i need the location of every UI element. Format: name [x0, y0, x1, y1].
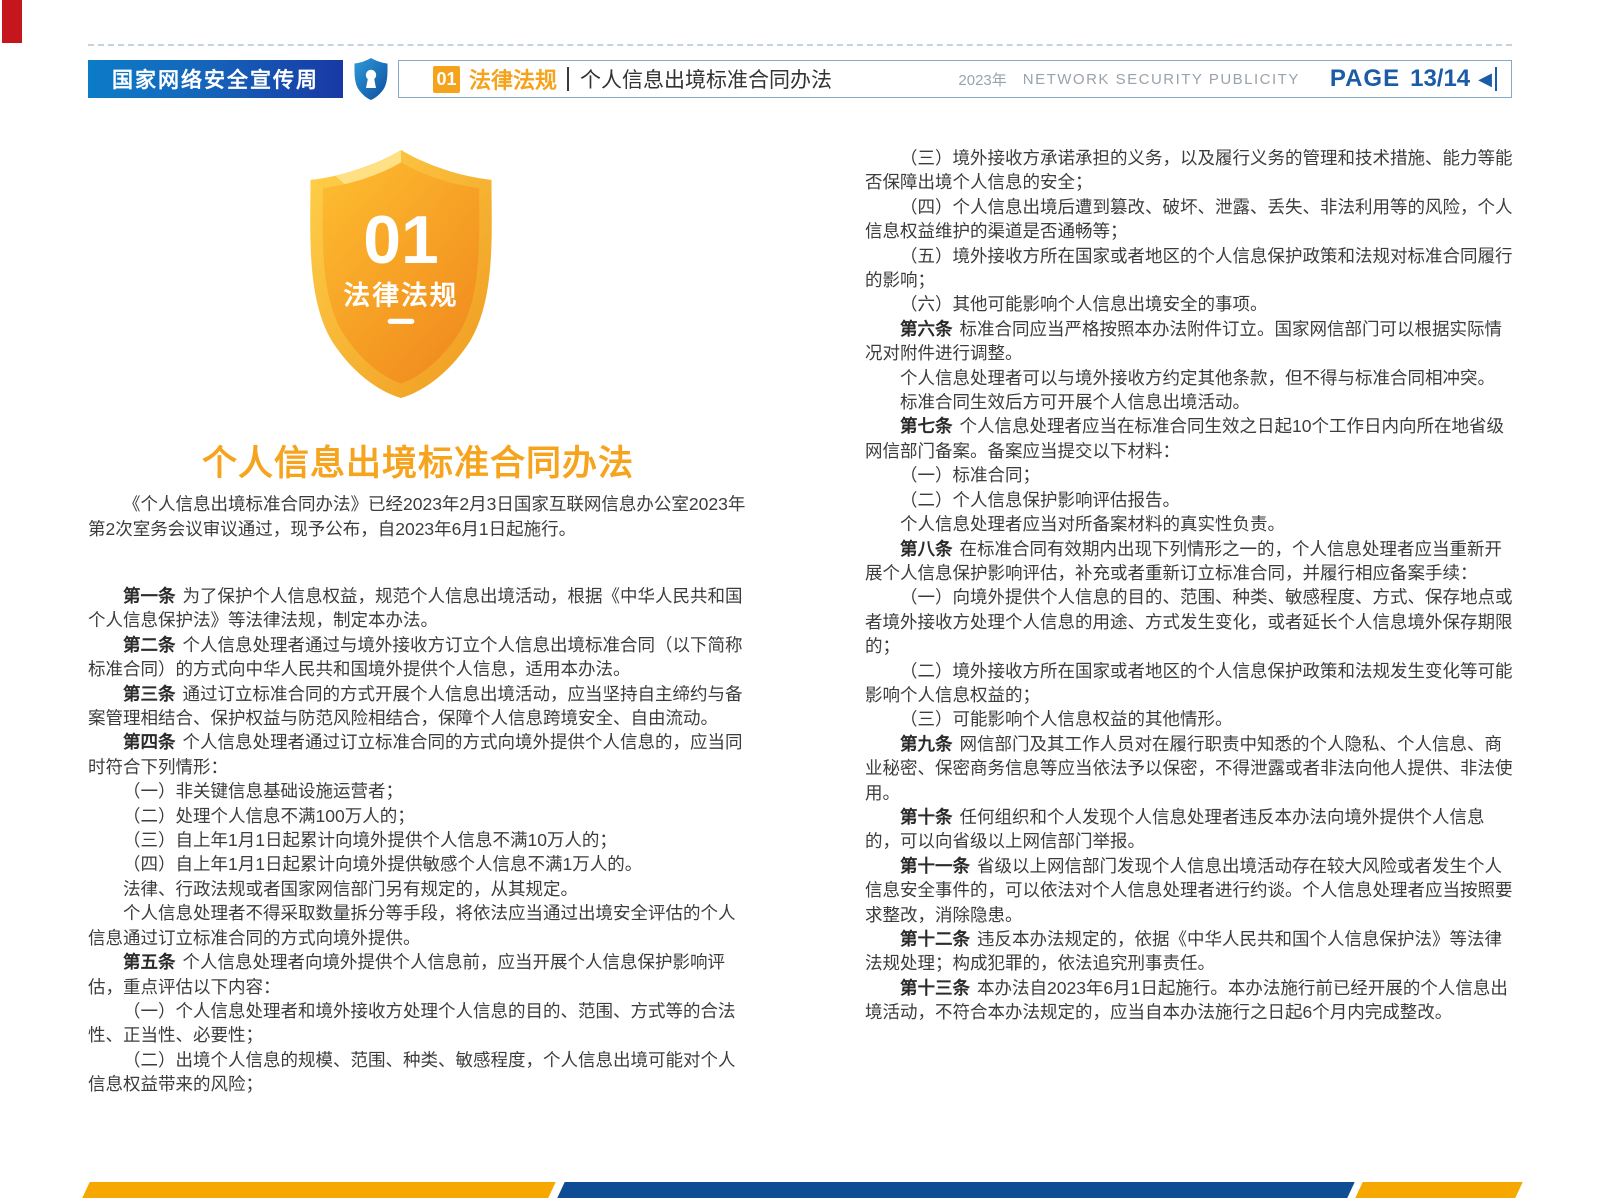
page-header: 国家网络安全宣传周 01 法律法规 个人信息出境标准合同办法 2023年 NET… — [88, 59, 1512, 99]
right-column: （三）境外接收方承诺承担的义务，以及履行义务的管理和技术措施、能力等能否保障出境… — [865, 146, 1517, 1025]
article-number: 第三条 — [123, 684, 176, 704]
article-number: 第六条 — [900, 319, 953, 339]
left-triangle-icon: ◀ — [1478, 70, 1492, 88]
article-title: 个人信息出境标准合同办法 — [88, 435, 748, 486]
article-paragraph: 第六条标准合同应当严格按照本办法附件订立。国家网信部门可以根据实际情况对附件进行… — [865, 317, 1517, 366]
article-paragraph: 标准合同生效后方可开展个人信息出境活动。 — [865, 390, 1517, 414]
article-number: 第七条 — [900, 416, 953, 436]
article-paragraph: 第十二条违反本办法规定的，依据《中华人民共和国个人信息保护法》等法律法规处理；构… — [865, 927, 1517, 976]
brand-badge: 国家网络安全宣传周 — [88, 60, 343, 98]
article-paragraph: （六）其他可能影响个人信息出境安全的事项。 — [865, 292, 1517, 316]
section-shield-badge: 01 法律法规 — [298, 148, 504, 400]
article-paragraph: 个人信息处理者可以与境外接收方约定其他条款，但不得与标准合同相冲突。 — [865, 366, 1517, 390]
article-paragraph: 个人信息处理者不得采取数量拆分等手段，将依法应当通过出境安全评估的个人信息通过订… — [88, 901, 748, 950]
arrow-bar — [1495, 67, 1497, 91]
top-dashed-divider — [88, 44, 1512, 46]
shield-label: 法律法规 — [343, 280, 458, 310]
article-paragraph: （二）出境个人信息的规模、范围、种类、敏感程度，个人信息出境可能对个人信息权益带… — [88, 1048, 748, 1097]
article-paragraph: 个人信息处理者应当对所备案材料的真实性负责。 — [865, 512, 1517, 536]
page-nav-arrow-icon[interactable]: ◀ — [1478, 67, 1497, 91]
shield-dash — [388, 319, 415, 324]
publicity-subtitle: NETWORK SECURITY PUBLICITY — [1023, 71, 1300, 88]
article-number: 第十一条 — [900, 856, 970, 876]
article-number: 第十二条 — [900, 929, 970, 949]
article-paragraph: （二）境外接收方所在国家或者地区的个人信息保护政策和法规发生变化等可能影响个人信… — [865, 659, 1517, 708]
article-paragraph: （三）可能影响个人信息权益的其他情形。 — [865, 707, 1517, 731]
article-paragraph: 第一条为了保护个人信息权益，规范个人信息出境活动，根据《中华人民共和国个人信息保… — [88, 584, 748, 633]
page-number: 13/14 — [1410, 65, 1470, 93]
article-paragraph: （四）自上年1月1日起累计向境外提供敏感个人信息不满1万人的。 — [88, 852, 748, 876]
article-paragraph: 第八条在标准合同有效期内出现下列情形之一的，个人信息处理者应当重新开展个人信息保… — [865, 537, 1517, 586]
section-title-box: 01 法律法规 个人信息出境标准合同办法 2023年 NETWORK SECUR… — [398, 60, 1512, 98]
section-number-chip: 01 — [433, 66, 460, 93]
article-number: 第五条 — [123, 952, 176, 972]
article-number: 第一条 — [123, 586, 176, 606]
footer-bar-orange-left — [82, 1182, 555, 1198]
article-paragraph: 第十条任何组织和个人发现个人信息处理者违反本办法向境外提供个人信息的，可以向省级… — [865, 805, 1517, 854]
page-label: PAGE — [1330, 65, 1400, 93]
article-number: 第九条 — [900, 734, 953, 754]
left-column: 第一条为了保护个人信息权益，规范个人信息出境活动，根据《中华人民共和国个人信息保… — [88, 584, 748, 1097]
article-paragraph: （四）个人信息出境后遭到篡改、破坏、泄露、丢失、非法利用等的风险，个人信息权益维… — [865, 195, 1517, 244]
article-paragraph: （一）个人信息处理者和境外接收方处理个人信息的目的、范围、方式等的合法性、正当性… — [88, 999, 748, 1048]
vertical-divider — [567, 67, 569, 91]
brand-badge-label: 国家网络安全宣传周 — [112, 64, 319, 94]
article-paragraph: 第五条个人信息处理者向境外提供个人信息前，应当开展个人信息保护影响评估，重点评估… — [88, 950, 748, 999]
article-paragraph: 第十三条本办法自2023年6月1日起施行。本办法施行前已经开展的个人信息出境活动… — [865, 976, 1517, 1025]
article-paragraph: （一）标准合同； — [865, 463, 1517, 487]
shield-number: 01 — [363, 203, 439, 278]
footer-bar-orange-right — [1355, 1182, 1522, 1198]
article-number: 第十三条 — [900, 978, 970, 998]
article-paragraph: 第四条个人信息处理者通过订立标准合同的方式向境外提供个人信息的，应当同时符合下列… — [88, 730, 748, 779]
article-number: 第八条 — [900, 539, 953, 559]
article-paragraph: （二）处理个人信息不满100万人的； — [88, 804, 748, 828]
document-page: 国家网络安全宣传周 01 法律法规 个人信息出境标准合同办法 2023年 NET… — [0, 0, 1600, 1200]
article-paragraph: （三）境外接收方承诺承担的义务，以及履行义务的管理和技术措施、能力等能否保障出境… — [865, 146, 1517, 195]
article-paragraph: 第九条网信部门及其工作人员对在履行职责中知悉的个人隐私、个人信息、商业秘密、保密… — [865, 732, 1517, 805]
corner-mark — [2, 0, 22, 43]
document-title: 个人信息出境标准合同办法 — [580, 64, 832, 94]
intro-paragraph: 《个人信息出境标准合同办法》已经2023年2月3日国家互联网信息办公室2023年… — [88, 492, 750, 542]
article-paragraph: （三）自上年1月1日起累计向境外提供个人信息不满10万人的； — [88, 828, 748, 852]
lock-shield-icon — [353, 57, 389, 101]
article-paragraph: （一）向境外提供个人信息的目的、范围、种类、敏感程度、方式、保存地点或者境外接收… — [865, 585, 1517, 658]
article-paragraph: 法律、行政法规或者国家网信部门另有规定的，从其规定。 — [88, 877, 748, 901]
year-label: 2023年 — [958, 69, 1006, 90]
article-paragraph: 第十一条省级以上网信部门发现个人信息出境活动存在较大风险或者发生个人信息安全事件… — [865, 854, 1517, 927]
article-number: 第十条 — [900, 807, 953, 827]
article-paragraph: （五）境外接收方所在国家或者地区的个人信息保护政策和法规对标准合同履行的影响； — [865, 244, 1517, 293]
article-number: 第四条 — [123, 732, 176, 752]
footer-bar-blue — [557, 1182, 1354, 1198]
article-paragraph: 第二条个人信息处理者通过与境外接收方订立个人信息出境标准合同（以下简称标准合同）… — [88, 633, 748, 682]
section-label: 法律法规 — [469, 63, 557, 95]
article-paragraph: （二）个人信息保护影响评估报告。 — [865, 488, 1517, 512]
article-number: 第二条 — [123, 635, 176, 655]
article-paragraph: 第三条通过订立标准合同的方式开展个人信息出境活动，应当坚持自主缔约与备案管理相结… — [88, 682, 748, 731]
article-paragraph: 第七条个人信息处理者应当在标准合同生效之日起10个工作日内向所在地省级网信部门备… — [865, 414, 1517, 463]
article-paragraph: （一）非关键信息基础设施运营者； — [88, 779, 748, 803]
